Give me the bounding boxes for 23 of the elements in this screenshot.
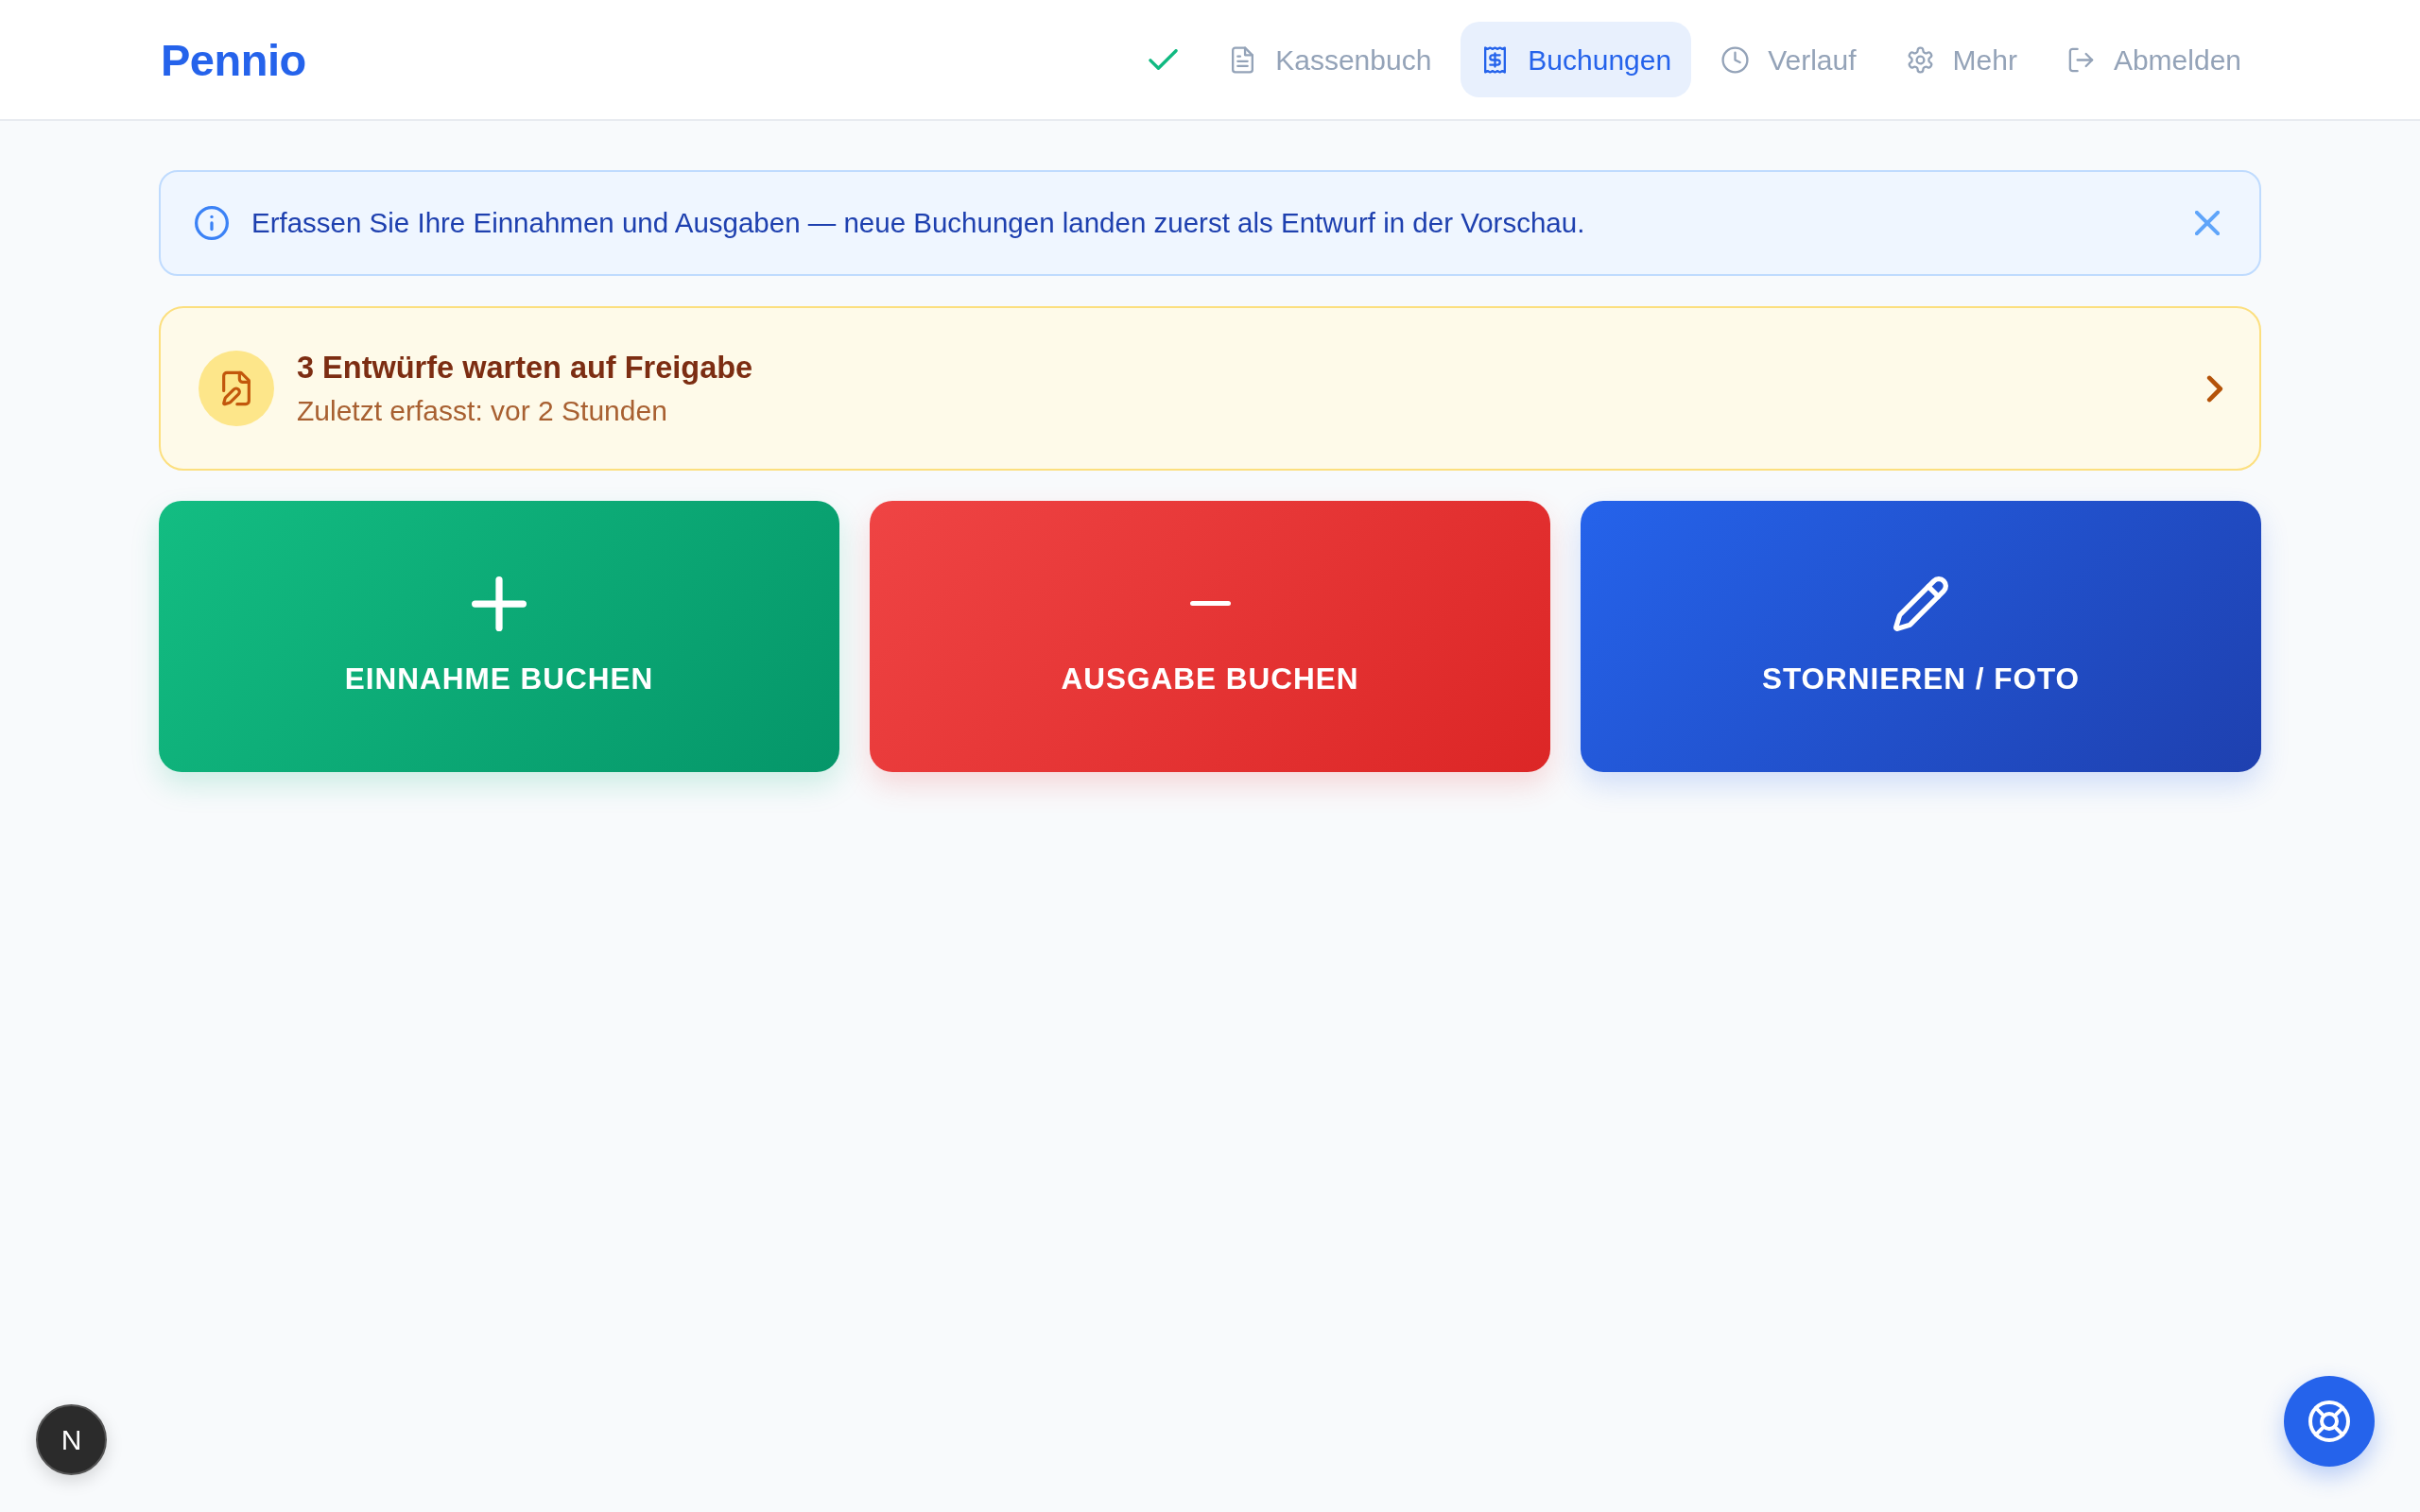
lifebuoy-icon bbox=[2308, 1400, 2350, 1442]
income-button[interactable]: EINNAHME BUCHEN bbox=[159, 501, 839, 772]
cancel-photo-button[interactable]: STORNIEREN / FOTO bbox=[1581, 501, 2261, 772]
info-icon bbox=[195, 206, 229, 240]
drafts-banner[interactable]: 3 Entwürfe warten auf Freigabe Zuletzt erfasst: vor 2 Stunden bbox=[159, 306, 2261, 471]
banner-subtitle: Zuletzt erfasst: vor 2 Stunden bbox=[297, 394, 668, 428]
close-icon bbox=[2195, 211, 2220, 235]
expense-button[interactable]: AUSGABE BUCHEN bbox=[870, 501, 1550, 772]
minus-icon bbox=[1189, 601, 1231, 606]
help-button[interactable] bbox=[2284, 1376, 2375, 1467]
nav-link[interactable]: Verlauf bbox=[1701, 22, 1876, 97]
nav-link[interactable]: Mehr bbox=[1885, 22, 2037, 97]
clock-icon bbox=[1720, 44, 1751, 75]
banner-title: 3 Entwürfe warten auf Freigabe bbox=[297, 350, 754, 387]
dev-tools-button[interactable]: N bbox=[36, 1404, 107, 1475]
pencil-icon bbox=[1893, 576, 1948, 631]
alert-text: Erfassen Sie Ihre Einnahmen und Ausgaben — neue Buchungen landen zuerst als Entwurf in der Vorschau. bbox=[251, 206, 1586, 240]
brand-logo[interactable]: Pennio bbox=[159, 37, 306, 82]
plus-icon bbox=[472, 576, 527, 631]
nav-link[interactable]: Buchungen bbox=[1461, 22, 1692, 97]
nav-link[interactable]: Kassenbuch bbox=[1208, 22, 1452, 97]
chevron-right-icon bbox=[2206, 374, 2223, 403]
nav-link[interactable]: Abmelden bbox=[2046, 22, 2261, 97]
